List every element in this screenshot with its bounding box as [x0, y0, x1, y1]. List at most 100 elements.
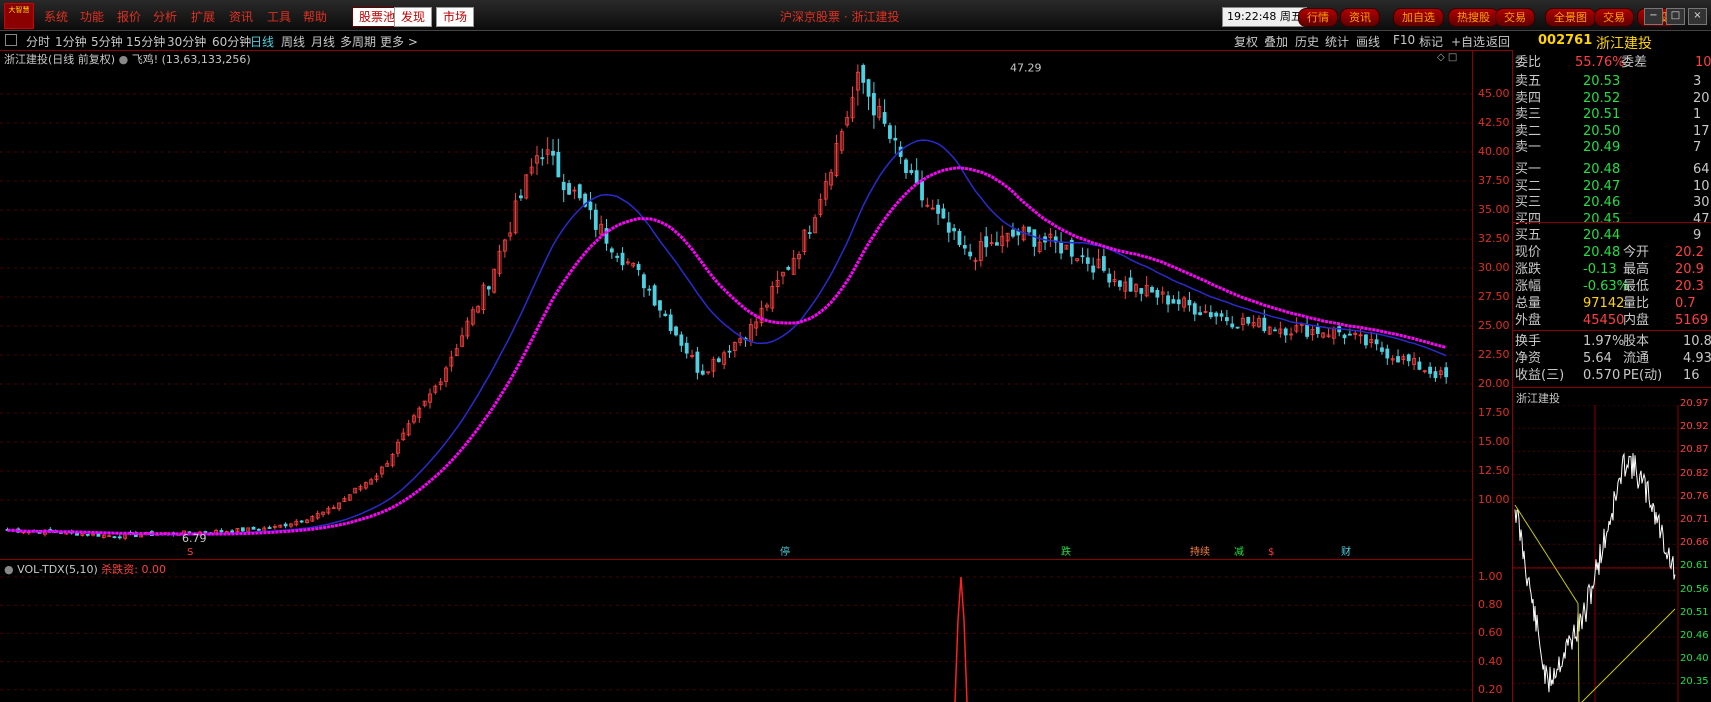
tool-8[interactable]: 返回 [1486, 33, 1510, 50]
tab-period-5[interactable]: 60分钟 [212, 33, 251, 50]
candle-body [251, 526, 256, 530]
ask-row: 卖四 20.52 20 [1515, 91, 1711, 107]
stat-value: 20.3 [1675, 279, 1704, 294]
weibi-row: 委比 55.76% 委差 10 [1515, 55, 1711, 70]
vol-tick: 0.20 [1478, 682, 1503, 696]
candle-body [866, 79, 871, 97]
tab-period-0[interactable]: 分时 [26, 33, 50, 50]
tool-3[interactable]: 统计 [1325, 33, 1349, 50]
toolbar-button-4[interactable]: 交易 [1495, 8, 1535, 27]
stat-row: 总量 97142 量比 0.7 [1515, 296, 1711, 312]
menu-item-3[interactable]: 分析 [153, 8, 177, 25]
stat-label: 最高 [1623, 262, 1650, 277]
bid-price: 20.44 [1583, 228, 1621, 244]
ask-volume: 7 [1693, 140, 1702, 156]
candle-body [684, 342, 689, 354]
candle-body [1128, 277, 1133, 292]
tool-4[interactable]: 画线 [1356, 33, 1380, 50]
tab-period-10[interactable]: 更多 > [380, 33, 418, 50]
tool-2[interactable]: 历史 [1295, 33, 1319, 50]
tab-period-3[interactable]: 15分钟 [126, 33, 165, 50]
tab-period-7[interactable]: 周线 [281, 33, 305, 50]
candle-body [1198, 312, 1203, 316]
mini-tick: 20.92 [1680, 421, 1709, 433]
stat-value: 97142 [1583, 296, 1625, 311]
candle-body [1059, 242, 1063, 254]
minimize-button[interactable]: − [1644, 8, 1663, 25]
pill-2[interactable]: 市场 [436, 7, 475, 27]
event-marker: 持续 [1190, 545, 1210, 558]
candle-body [1118, 280, 1122, 287]
menu-item-1[interactable]: 功能 [80, 8, 104, 25]
tool-5[interactable]: F10 [1393, 33, 1415, 47]
candle-body [556, 151, 561, 178]
candle-body [1085, 257, 1090, 264]
toolbar-button-0[interactable]: 行情 [1298, 8, 1338, 27]
toolbar-button-6[interactable]: 交易 [1594, 8, 1634, 27]
candle-body [1396, 356, 1400, 363]
menu-item-7[interactable]: 帮助 [303, 8, 327, 25]
maximize-button[interactable]: □ [1666, 8, 1685, 25]
toolbar-button-5[interactable]: 全景图 [1545, 8, 1596, 27]
tab-period-2[interactable]: 5分钟 [91, 33, 123, 50]
ask-price: 20.51 [1583, 107, 1621, 123]
tool-7[interactable]: +自选 [1451, 33, 1485, 50]
ask-price: 20.50 [1583, 123, 1621, 139]
candle-body [663, 313, 668, 317]
candle-body [1224, 317, 1229, 322]
trend-line [7, 166, 1447, 536]
tab-period-1[interactable]: 1分钟 [55, 33, 87, 50]
mini-tick: 20.71 [1680, 514, 1709, 525]
candle-body [540, 157, 545, 160]
event-marker: 减 [1234, 546, 1244, 558]
axis-divider [1472, 50, 1473, 702]
tool-6[interactable]: 标记 [1419, 33, 1443, 50]
candle-body [551, 150, 555, 156]
panel-toggle-icon[interactable] [5, 34, 17, 46]
candle-body [117, 536, 122, 539]
candle-body [1374, 339, 1379, 345]
app-logo[interactable]: 大智慧 [4, 3, 34, 29]
tab-period-9[interactable]: 多周期 [340, 33, 376, 50]
bid-volume: 64 [1693, 162, 1710, 177]
candle-body [914, 170, 919, 184]
candle-body [1101, 256, 1106, 271]
price-chart[interactable]: 47.29 6.79 S 停 跌 持续 减 $ 财 [0, 50, 1513, 560]
menu-item-5[interactable]: 资讯 [229, 8, 253, 25]
ask-row: 卖五 20.53 3 [1515, 74, 1711, 90]
menu-item-4[interactable]: 扩展 [191, 8, 215, 25]
candle-body [577, 184, 582, 199]
menu-item-2[interactable]: 报价 [117, 8, 141, 25]
tab-period-8[interactable]: 月线 [311, 33, 335, 50]
candle-body [1027, 226, 1031, 233]
mini-tick: 20.61 [1680, 560, 1709, 572]
candle-body [1262, 317, 1267, 332]
price-tick: 37.50 [1478, 174, 1510, 187]
ask-label: 卖一 [1515, 140, 1542, 156]
stat-row: 收益(三) 0.570 PE(动) 16 [1515, 368, 1711, 384]
candle-body [486, 286, 491, 290]
mini-tick: 20.76 [1680, 490, 1709, 502]
ask-price: 20.53 [1583, 74, 1621, 89]
candle-body [1176, 299, 1181, 305]
menu-item-6[interactable]: 工具 [267, 8, 291, 25]
toolbar-button-3[interactable]: 热搜股 [1448, 8, 1499, 27]
candle-body [1032, 229, 1037, 247]
toolbar-button-1[interactable]: 资讯 [1340, 8, 1380, 27]
candle-body [962, 245, 967, 249]
tool-1[interactable]: 叠加 [1264, 33, 1288, 50]
menu-item-0[interactable]: 系统 [44, 8, 68, 25]
divider [1513, 222, 1711, 223]
stat-label: 涨跌 [1515, 262, 1542, 277]
volume-chart[interactable] [0, 560, 1472, 702]
tab-period-4[interactable]: 30分钟 [167, 33, 206, 50]
toolbar-button-2[interactable]: 加自选 [1393, 8, 1444, 27]
stat-row: 涨幅 -0.63% 最低 20.3 [1515, 279, 1711, 295]
candle-body [946, 222, 951, 233]
close-button[interactable]: × [1688, 8, 1707, 25]
tab-period-6[interactable]: 日线 [250, 33, 274, 50]
tool-0[interactable]: 复权 [1234, 33, 1258, 50]
candle-body [593, 209, 598, 230]
stat-value: 45450 [1583, 313, 1625, 328]
pill-1[interactable]: 发现 [394, 7, 433, 27]
